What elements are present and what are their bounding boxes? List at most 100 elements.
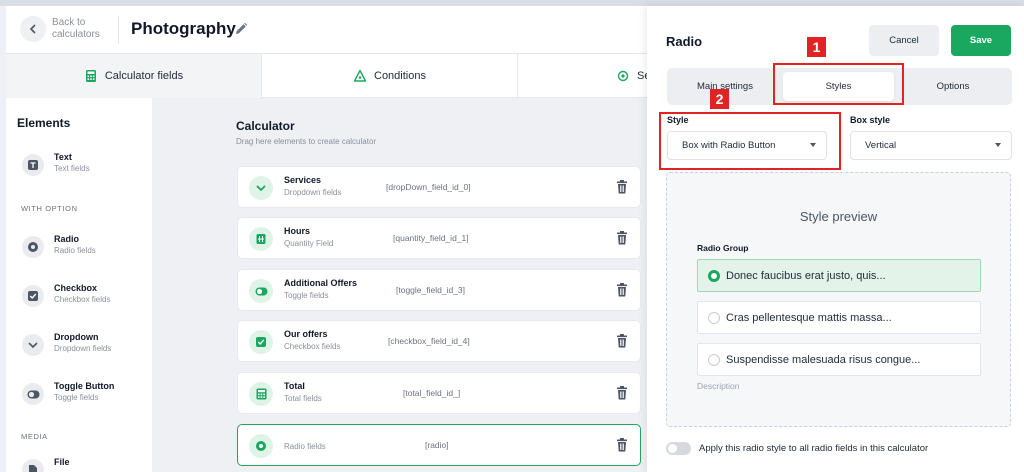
element-checkbox[interactable]: Checkbox Checkbox fields: [22, 281, 152, 315]
file-icon: [22, 459, 44, 472]
field-name: Services: [284, 175, 322, 185]
field-card-our-offers[interactable]: Our offers Checkbox fields [checkbox_fie…: [237, 320, 641, 362]
annotation-box-1: [773, 63, 904, 105]
page-title: Photography: [131, 19, 236, 38]
trash-icon[interactable]: [615, 385, 629, 401]
field-card-additional-offers[interactable]: Additional Offers Toggle fields [toggle_…: [237, 269, 641, 311]
tab-conditions[interactable]: Conditions: [262, 54, 518, 98]
chevron-down-icon: [249, 176, 273, 200]
box-style-select[interactable]: Vertical: [850, 131, 1012, 160]
radio-icon: [249, 434, 273, 458]
trash-icon[interactable]: [615, 333, 629, 349]
field-id: [dropDown_field_id_0]: [386, 182, 471, 192]
field-type: Checkbox fields: [284, 342, 341, 351]
preview-option[interactable]: Cras pellentesque mattis massa...: [697, 301, 981, 334]
element-name: Dropdown: [54, 332, 99, 342]
element-radio[interactable]: Radio Radio fields: [22, 232, 152, 266]
apply-all-label: Apply this radio style to all radio fiel…: [699, 443, 929, 454]
field-id: [total_field_id_]: [403, 388, 461, 398]
element-sub: Radio fields: [54, 246, 96, 255]
settings-icon: [617, 70, 629, 82]
checkbox-icon: [249, 330, 273, 354]
box-style-label: Box style: [850, 115, 891, 125]
element-dropdown[interactable]: Dropdown Dropdown fields: [22, 330, 152, 364]
field-card-services[interactable]: Services Dropdown fields [dropDown_field…: [237, 166, 641, 208]
field-card-total[interactable]: Total Total fields [total_field_id_]: [237, 372, 641, 414]
element-toggle-button[interactable]: Toggle Button Toggle fields: [22, 379, 152, 413]
section-with-option: WITH OPTION: [21, 204, 78, 213]
field-id: [radio]: [425, 440, 449, 450]
quantity-icon: [249, 227, 273, 251]
tab-calculator-fields[interactable]: Calculator fields: [6, 54, 262, 98]
field-name: Hours: [284, 226, 311, 236]
element-sub: Checkbox fields: [54, 295, 111, 304]
calculator-title: Calculator: [236, 119, 295, 133]
field-id: [toggle_field_id_3]: [396, 285, 466, 295]
section-media: MEDIA: [21, 432, 48, 441]
element-sub: Text fields: [54, 164, 90, 173]
annotation-box-2: [659, 112, 841, 170]
radio-unchecked-icon: [708, 353, 720, 366]
field-type: Total fields: [284, 394, 322, 403]
element-name: Radio: [54, 234, 80, 244]
header-divider: [118, 16, 119, 44]
save-button[interactable]: Save: [951, 25, 1011, 56]
toggle-icon: [249, 279, 273, 303]
back-link[interactable]: Back to calculators: [52, 17, 122, 41]
preview-description: Description: [697, 381, 740, 391]
field-card-hours[interactable]: Hours Quantity Field [quantity_field_id_…: [237, 217, 641, 259]
field-type: Quantity Field: [284, 239, 334, 248]
apply-all-toggle[interactable]: [666, 442, 691, 455]
chevron-left-icon: [29, 24, 36, 34]
radio-group-label: Radio Group: [697, 243, 749, 253]
radio-unchecked-icon: [708, 311, 720, 324]
trash-icon[interactable]: [615, 179, 629, 195]
preview-title: Style preview: [799, 209, 878, 224]
tab-label: Conditions: [374, 70, 426, 82]
field-type: Dropdown fields: [284, 188, 342, 197]
preview-option[interactable]: Suspendisse malesuada risus congue...: [697, 343, 981, 376]
trash-icon[interactable]: [615, 282, 629, 298]
cancel-button[interactable]: Cancel: [869, 25, 939, 56]
box-style-select-value: Vertical: [865, 140, 897, 151]
element-name: File: [54, 457, 70, 467]
field-id: [quantity_field_id_1]: [393, 233, 469, 243]
element-file[interactable]: File: [22, 455, 152, 472]
tab-label: Calculator fields: [104, 70, 184, 82]
tab-settings[interactable]: Se: [518, 54, 658, 98]
caret-down-icon: [995, 143, 1001, 147]
radio-icon: [22, 236, 44, 258]
element-name: Checkbox: [54, 283, 98, 293]
toggle-icon: [22, 383, 44, 405]
tab-options[interactable]: Options: [898, 72, 1008, 101]
text-icon: [22, 154, 44, 176]
style-preview: Style preview Radio Group Donec faucibus…: [666, 172, 1011, 427]
field-name: Our offers: [284, 329, 328, 339]
calculator-subtitle: Drag here elements to create calculator: [236, 137, 377, 146]
element-name: Text: [54, 152, 72, 162]
element-name: Toggle Button: [54, 381, 115, 391]
field-name: Total: [284, 381, 305, 391]
preview-option-label: Cras pellentesque mattis massa...: [726, 311, 892, 324]
preview-option-label: Donec faucibus erat justo, quis...: [726, 269, 886, 282]
pencil-icon[interactable]: [234, 22, 248, 36]
preview-option[interactable]: Donec faucibus erat justo, quis...: [697, 259, 981, 292]
field-type: Toggle fields: [284, 291, 329, 300]
sidebar-title: Elements: [17, 116, 71, 130]
element-text[interactable]: Text Text fields: [22, 150, 152, 184]
back-button[interactable]: [20, 16, 46, 42]
calculator-icon: [249, 382, 273, 406]
field-name: Additional Offers: [284, 278, 358, 288]
radio-checked-icon: [708, 269, 720, 282]
annotation-number-1: 1: [807, 37, 826, 57]
conditions-icon: [353, 69, 367, 82]
toggle-knob: [668, 444, 677, 453]
field-id: [checkbox_field_id_4]: [388, 336, 470, 346]
calculator-icon: [85, 70, 96, 82]
dropdown-icon: [22, 334, 44, 356]
checkbox-icon: [22, 285, 44, 307]
trash-icon[interactable]: [615, 437, 629, 453]
elements-sidebar: Elements Text Text fields WITH OPTION Ra…: [6, 98, 152, 472]
trash-icon[interactable]: [615, 230, 629, 246]
field-card-radio[interactable]: Radio fields [radio]: [237, 424, 641, 466]
